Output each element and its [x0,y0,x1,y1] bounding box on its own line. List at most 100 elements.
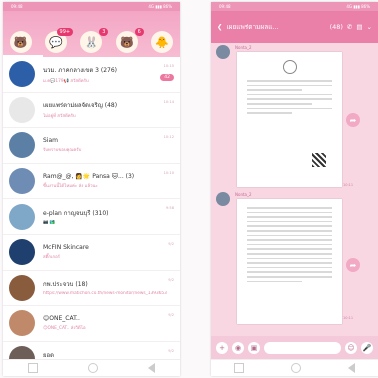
chat-preview: ขึ้นงานนี้ได้ไหมค่ะ ส่ง แล้วนะ [43,184,98,190]
chat-avatar [9,310,35,337]
chat-row[interactable]: เผยแพร่ตาม่ผลจัดเจริญ (48) ไม่อยู่ที่ สวั… [3,93,180,129]
chat-time: 10:10 [163,170,174,175]
chat-text: นวม. ภาคกลางเขต 3 (276) ม.ค💬179📢 สวัสดีคร… [43,65,174,84]
chat-time: 9/2 [168,241,174,246]
chat-title: Ram@_@, 👩🌟 Pansa 🐱... (3) [43,173,135,181]
recents-button[interactable] [28,363,38,373]
chat-title: McFIN Skincare [43,244,89,252]
chat-preview: ม.ค💬179📢 สวัสดีครับ [43,78,89,84]
message-time: 10:11 [343,316,354,320]
chat-title: e-plan กาญจนบุรี (310) [43,210,109,218]
chat-row[interactable]: 😊ONE_CAT.. 😊ONE_CAT.. ส่งวิดีโอ 9/2 [3,306,180,342]
android-nav-bar [3,359,180,376]
chat-time: 9:58 [165,206,174,211]
add-icon[interactable]: + [216,342,228,354]
chat-avatar [9,96,35,123]
chat-title: Siam [43,137,58,145]
chat-time: 10:14 [163,99,174,104]
chat-text: e-plan กาญจนบุรี (310) 📷 🏞️ [43,208,174,225]
chat-text: เผยแพร่ตาม่ผลจัดเจริญ (48) ไม่อยู่ที่ สวั… [43,100,174,119]
chat-list: นวม. ภาคกลางเขต 3 (276) ม.ค💬179📢 สวัสดีคร… [3,57,180,376]
share-icon[interactable]: ➦ [346,113,360,127]
chat-title: 😊ONE_CAT.. [43,315,80,323]
camera-icon[interactable]: ◉ [232,342,244,354]
document-image-message[interactable] [237,52,342,187]
main-tab-bar: 🐻 💬 99+ 🐰 3 🐻 6 🐥 [3,11,180,57]
share-icon[interactable]: ➦ [346,258,360,272]
chat-icon: 💬 [49,35,63,49]
timeline-icon: 🐰 [84,35,99,49]
chat-preview: 😊ONE_CAT.. ส่งวิดีโอ [43,326,86,332]
brown-bear-icon: 🐻 [13,35,28,49]
android-nav-bar [211,359,378,376]
home-button[interactable] [290,363,301,373]
unread-badge: 42 [160,74,174,81]
chat-time: 9/2 [168,277,174,282]
chat-avatar [9,239,35,266]
status-bar: 09:48 4G ▮▮▮ 86% [211,2,378,11]
chat-preview: https://www.matichon.co.th/news-monitor/… [43,291,167,297]
message-input-bar: + ◉ ▣ ☺ 🎤 [211,336,378,360]
chat-row[interactable]: e-plan กาญจนบุรี (310) 📷 🏞️ 9:58 [3,199,180,235]
chevron-down-icon[interactable]: ⌄ [367,23,372,31]
tab-friends[interactable]: 🐻 [9,31,32,53]
chat-preview: 📷 🏞️ [43,220,56,226]
status-indicators: 4G ▮▮▮ 86% [148,4,172,9]
image-icon[interactable]: ▣ [248,342,260,354]
chat-avatar [9,168,35,195]
message-time: 10:11 [343,183,354,187]
tab-badge: 3 [99,28,109,36]
chat-time: 9/2 [168,313,174,318]
chat-avatar [9,274,35,301]
tab-news[interactable]: 🐻 6 [115,28,144,53]
back-button[interactable] [148,363,155,373]
message-area: Nonta_2 ➦ 10:11 Nonta_2 ➦ 10:11 [211,43,378,336]
chat-avatar [9,61,35,88]
chat-time: 10:15 [163,64,174,68]
chat-row[interactable]: McFIN Skincare สติ๊กเกอร์ 9/2 [3,235,180,271]
sender-avatar [216,192,230,206]
chat-preview: สติ๊กเกอร์ [43,255,60,261]
sender-avatar [216,45,230,59]
group-chat-screen: 09:48 4G ▮▮▮ 86% ❮ เผยแพร่ตามผลแ... (48)… [211,2,378,376]
qr-code-icon [312,153,326,167]
message-input[interactable] [264,342,341,354]
emoji-icon[interactable]: ☺ [345,342,357,354]
member-count: (48) [329,23,343,31]
recents-button[interactable] [234,363,245,373]
phone-icon[interactable]: ✆ [347,23,352,31]
chat-header: ❮ เผยแพร่ตามผลแ... (48) ✆ ▤ ⌄ [211,11,378,43]
tab-timeline[interactable]: 🐰 3 [80,28,109,53]
chat-text: 😊ONE_CAT.. 😊ONE_CAT.. ส่งวิดีโอ [43,315,174,331]
mic-icon[interactable]: 🎤 [361,342,373,354]
chat-text: Siam รับทราบขอบคุณครับ [43,137,174,153]
chat-avatar [9,132,35,159]
chat-row[interactable]: Ram@_@, 👩🌟 Pansa 🐱... (3) ขึ้นงานนี้ได้ไห… [3,164,180,200]
tab-badge: 99+ [56,28,74,36]
back-arrow-icon[interactable]: ❮ [217,23,222,31]
status-time: 09:48 [11,4,23,9]
status-bar: 09:48 4G ▮▮▮ 86% [3,2,180,11]
chat-text: กพ.ประจวบ (18) https://www.matichon.co.th… [43,279,174,296]
document-image-message[interactable] [237,199,342,324]
chat-text: McFIN Skincare สติ๊กเกอร์ [43,244,174,260]
chat-time: 10:12 [163,135,174,140]
sender-name: Nonta_2 [235,45,252,50]
home-button[interactable] [88,363,98,373]
chat-title: นวม. ภาคกลางเขต 3 (276) [43,66,118,74]
chat-row[interactable]: Siam รับทราบขอบคุณครับ 10:12 [3,128,180,164]
chat-title: เผยแพร่ตามผลแ... [226,23,279,31]
emblem-icon [282,60,297,74]
chat-time: 9/2 [168,348,174,353]
chat-title: กพ.ประจวบ (18) [43,281,88,289]
chat-preview: ไม่อยู่ที่ สวัสดีครับ [43,114,76,120]
sender-name: Nonta_2 [235,192,252,197]
tab-more[interactable]: 🐥 [151,31,174,53]
back-button[interactable] [347,363,355,373]
chat-row[interactable]: กพ.ประจวบ (18) https://www.matichon.co.th… [3,271,180,307]
chat-list-screen: 09:48 4G ▮▮▮ 86% 🐻 💬 99+ 🐰 3 🐻 6 🐥 นวม. ภาค… [3,2,180,376]
chat-row[interactable]: นวม. ภาคกลางเขต 3 (276) ม.ค💬179📢 สวัสดีคร… [3,57,180,93]
notes-icon[interactable]: ▤ [356,23,362,31]
tab-chats[interactable]: 💬 99+ [45,28,74,53]
status-time: 09:48 [219,4,231,9]
